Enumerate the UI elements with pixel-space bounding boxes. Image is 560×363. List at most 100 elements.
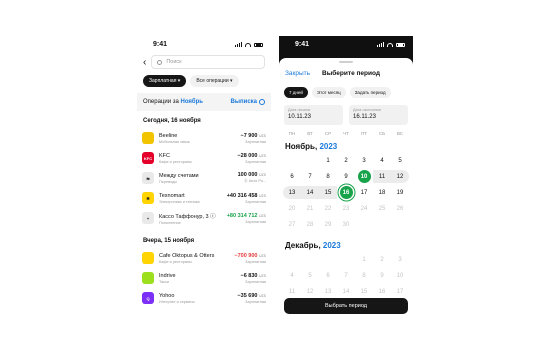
transaction-row[interactable]: ✱ Texnomart Электроника и техника +40 316 4… [137, 188, 271, 208]
transaction-row[interactable]: ⇆ Между счетами Переводы 100 000 UZS Ⓢ Апхо … [137, 168, 271, 188]
amount-currency: UZS [259, 213, 266, 218]
calendar-day[interactable]: 13 [283, 186, 301, 199]
calendar-day[interactable]: 7 [301, 170, 319, 183]
calendar-day[interactable]: 11 [373, 170, 391, 183]
calendar-day[interactable]: 5 [301, 269, 319, 282]
calendar-day[interactable]: 16 [337, 186, 355, 199]
calendar-day[interactable]: 16 [373, 285, 391, 298]
calendar-day[interactable]: 7 [337, 269, 355, 282]
calendar-day[interactable]: 22 [319, 202, 337, 215]
calendar-day[interactable]: 25 [373, 202, 391, 215]
calendar-day[interactable]: 11 [283, 285, 301, 298]
calendar-day[interactable]: 5 [391, 154, 409, 167]
calendar-day[interactable]: 3 [391, 253, 409, 266]
day-number: 2 [344, 157, 348, 164]
calendar-day[interactable]: 28 [301, 218, 319, 231]
calendar-day[interactable]: 26 [391, 202, 409, 215]
day-number: 12 [306, 288, 314, 295]
calendar-day[interactable]: 18 [373, 186, 391, 199]
operation-type-chip[interactable]: Все операции ▾ [190, 75, 239, 87]
calendar-day[interactable]: 29 [319, 218, 337, 231]
calendar-day[interactable]: 4 [373, 154, 391, 167]
transaction-row[interactable]: Beeline Мобильная связь −7 900 UZS Зарплатн… [137, 128, 271, 148]
preset-this-month[interactable]: Этот месяц [311, 87, 346, 98]
transaction-amount: 100 000 UZS [238, 172, 266, 178]
transaction-amount: +80 314 712 UZS [227, 213, 266, 219]
day-number: 16 [339, 186, 353, 199]
calendar-day[interactable]: 13 [319, 285, 337, 298]
transaction-category: Кафе и рестораны [159, 159, 192, 164]
day-number: 10 [396, 272, 404, 279]
transaction-row[interactable]: Indrive Такси −6 830 UZS Зарплатная [137, 268, 271, 288]
calendar-day[interactable]: 17 [391, 285, 409, 298]
transaction-account: Зарплатная [245, 219, 266, 224]
end-date-field[interactable]: Дата окончания 16.11.23 [349, 105, 408, 125]
calendar-day[interactable]: 3 [355, 154, 373, 167]
calendar-day[interactable]: 24 [355, 202, 373, 215]
calendar-empty [337, 253, 355, 266]
preset-custom-period[interactable]: Задать период [349, 87, 391, 98]
calendar-day[interactable]: 19 [391, 186, 409, 199]
calendar-day[interactable]: 8 [355, 269, 373, 282]
transaction-row[interactable]: Cafe Oktopus & Otters Кафе и рестораны −70… [137, 248, 271, 268]
calendar-day[interactable]: 20 [283, 202, 301, 215]
transaction-row[interactable]: + Кассо Таффонур, 3 ⓘ Пополнение +80 314 71… [137, 208, 271, 228]
day-number: 9 [380, 272, 384, 279]
calendar-empty [355, 218, 373, 231]
calendar-day[interactable]: 12 [301, 285, 319, 298]
amount-value: +40 316 458 [226, 192, 258, 199]
day-number: 17 [396, 288, 404, 295]
sheet-grabber[interactable] [339, 61, 353, 63]
calendar-day[interactable]: 27 [283, 218, 301, 231]
select-period-button[interactable]: Выбрать период [284, 298, 408, 314]
calendar-day[interactable]: 9 [337, 170, 355, 183]
back-arrow-icon[interactable]: ‹ [143, 57, 146, 68]
day-number: 13 [324, 288, 332, 295]
calendar-day[interactable]: 1 [355, 253, 373, 266]
month-year: 2023 [322, 241, 341, 250]
preset-7-days[interactable]: 7 дней [284, 87, 308, 98]
month-selector[interactable]: Ноябрь [181, 99, 203, 105]
calendar-day[interactable]: 21 [301, 202, 319, 215]
calendar-day[interactable]: 2 [373, 253, 391, 266]
calendar-day[interactable]: 15 [319, 186, 337, 199]
day-number: 15 [360, 288, 368, 295]
search-input[interactable]: Поиск [151, 55, 265, 69]
statement-button[interactable]: Выписка [231, 99, 265, 105]
calendar-day[interactable]: 4 [283, 269, 301, 282]
merchant-icon [142, 132, 154, 144]
calendar-day[interactable]: 1 [319, 154, 337, 167]
day-number: 12 [396, 173, 404, 180]
amount-value: −35 690 [237, 292, 258, 299]
calendar-day[interactable]: 9 [373, 269, 391, 282]
calendar-day[interactable]: 10 [391, 269, 409, 282]
calendar-day[interactable]: 14 [337, 285, 355, 298]
calendar-day[interactable]: 2 [337, 154, 355, 167]
account-filter-chip[interactable]: Зарплатная ▾ [143, 75, 187, 87]
day-header: Сегодня, 16 ноября [143, 118, 201, 124]
calendar-day[interactable]: 10 [355, 170, 373, 183]
start-date-label: Дата начала [288, 108, 311, 112]
close-button[interactable]: Закрыть [285, 70, 310, 77]
battery-icon [254, 42, 263, 47]
calendar-day[interactable]: 6 [283, 170, 301, 183]
merchant-icon: Q [142, 292, 154, 304]
signal-icon [377, 42, 384, 47]
transaction-row[interactable]: Q Yohoo Интернет и сервисы −35 690 UZS Зарпл… [137, 288, 271, 308]
calendar-day[interactable]: 23 [337, 202, 355, 215]
calendar-day[interactable]: 6 [319, 269, 337, 282]
transaction-account: Зарплатная [245, 279, 266, 284]
day-number: 17 [360, 189, 368, 196]
merchant-icon [142, 272, 154, 284]
transaction-account: Ⓢ Апхо Ро... [243, 179, 266, 183]
calendar-day[interactable]: 14 [301, 186, 319, 199]
calendar-day[interactable]: 8 [319, 170, 337, 183]
calendar-day[interactable]: 12 [391, 170, 409, 183]
transaction-category: Интернет и сервисы [159, 299, 195, 304]
calendar-day[interactable]: 15 [355, 285, 373, 298]
start-date-field[interactable]: Дата начала 10.11.23 [284, 105, 343, 125]
weekday-label: ПН [288, 131, 296, 136]
calendar-day[interactable]: 17 [355, 186, 373, 199]
transaction-row[interactable]: KFC KFC Кафе и рестораны −28 000 UZS Зарплат… [137, 148, 271, 168]
calendar-day[interactable]: 30 [337, 218, 355, 231]
